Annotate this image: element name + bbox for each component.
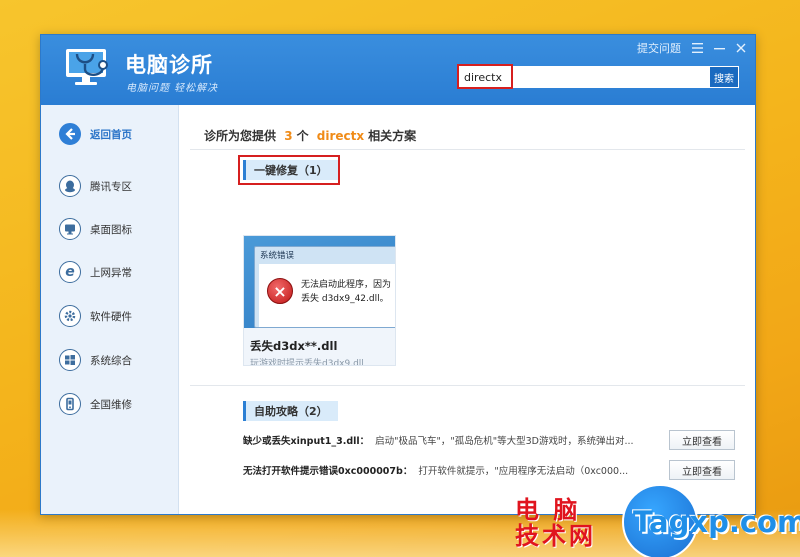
watermark-cn-line: 电 脑 bbox=[515, 496, 581, 524]
divider bbox=[190, 385, 745, 386]
error-x-icon: × bbox=[267, 278, 293, 304]
dialog-line: 无法启动此程序，因为 bbox=[301, 280, 392, 290]
card-thumbnail: 系统错误 × 无法启动此程序，因为 丢失 d3dx9_42.dll。 bbox=[244, 236, 395, 328]
sidebar-item-home[interactable]: 返回首页 bbox=[59, 123, 132, 145]
phone-icon bbox=[59, 393, 81, 415]
watermark-cn-text: 电 脑 技术网 bbox=[515, 497, 596, 549]
guide-title[interactable]: 缺少或丢失xinput1_3.dll： bbox=[243, 433, 369, 447]
search-bar: 搜索 bbox=[457, 64, 739, 89]
sidebar-item-label: 返回首页 bbox=[90, 128, 132, 141]
divider bbox=[190, 149, 745, 150]
menu-icon[interactable] bbox=[691, 42, 703, 54]
error-dialog-preview: 系统错误 × 无法启动此程序，因为 丢失 d3dx9_42.dll。 bbox=[254, 246, 395, 328]
guide-description: 打开软件就提示，"应用程序无法启动（0xc000... bbox=[418, 466, 629, 477]
result-suffix: 相关方案 bbox=[368, 129, 417, 143]
search-button[interactable]: 搜索 bbox=[709, 66, 739, 88]
back-arrow-icon bbox=[59, 123, 81, 145]
guide-description: 启动"极品飞车"，"孤岛危机"等大型3D游戏时，系统弹出对... bbox=[375, 436, 634, 447]
sidebar-item-label: 系统综合 bbox=[90, 354, 132, 367]
self-help-label: 自助攻略（2） bbox=[254, 405, 328, 418]
gear-icon bbox=[59, 305, 81, 327]
dialog-body: × 无法启动此程序，因为 丢失 d3dx9_42.dll。 bbox=[259, 264, 395, 327]
sidebar-item-system[interactable]: 系统综合 bbox=[59, 349, 132, 371]
app-header: 电脑诊所 电脑问题 轻松解决 提交问题 搜索 bbox=[41, 35, 755, 105]
dialog-line: 丢失 d3dx9_42.dll。 bbox=[301, 294, 389, 304]
logo-monitor-stethoscope-icon bbox=[63, 45, 115, 91]
sidebar-item-label: 腾讯专区 bbox=[90, 180, 132, 193]
sidebar-item-label: 软件硬件 bbox=[90, 310, 132, 323]
sidebar-item-tencent[interactable]: 腾讯专区 bbox=[59, 175, 132, 197]
view-now-button[interactable]: 立即查看 bbox=[669, 430, 735, 450]
minimize-icon[interactable] bbox=[713, 42, 725, 54]
fix-card[interactable]: 系统错误 × 无法启动此程序，因为 丢失 d3dx9_42.dll。 丢失d3d… bbox=[243, 235, 396, 366]
search-input[interactable] bbox=[457, 66, 709, 88]
windows-icon bbox=[59, 349, 81, 371]
app-title: 电脑诊所 bbox=[125, 53, 213, 77]
result-summary: 诊所为您提供 3个 directx 相关方案 bbox=[204, 127, 416, 144]
result-unit: 个 bbox=[296, 129, 309, 143]
sidebar-item-desktop-icons[interactable]: 桌面图标 bbox=[59, 218, 132, 240]
result-count: 3 bbox=[284, 129, 293, 143]
sidebar-item-label: 上网异常 bbox=[90, 266, 132, 279]
dialog-title: 系统错误 bbox=[260, 251, 295, 261]
browser-e-icon: e bbox=[59, 261, 81, 283]
sidebar-item-internet[interactable]: e 上网异常 bbox=[59, 261, 132, 283]
guide-item: 缺少或丢失xinput1_3.dll： 启动"极品飞车"，"孤岛危机"等大型3D… bbox=[243, 429, 735, 451]
app-window: 电脑诊所 电脑问题 轻松解决 提交问题 搜索 返回首页 bbox=[40, 34, 756, 515]
app-slogan: 电脑问题 轻松解决 bbox=[126, 83, 219, 94]
monitor-icon bbox=[59, 218, 81, 240]
one-click-repair-tag: 一键修复（1） bbox=[243, 160, 338, 180]
sidebar: 返回首页 腾讯专区 桌面图标 e 上网异常 软件硬件 系统综合 全国维修 bbox=[41, 105, 179, 514]
feedback-link[interactable]: 提交问题 bbox=[637, 40, 681, 56]
sidebar-item-software-hardware[interactable]: 软件硬件 bbox=[59, 305, 132, 327]
watermark-cn-line: 技术网 bbox=[515, 522, 596, 550]
result-prefix: 诊所为您提供 bbox=[204, 129, 277, 143]
result-keyword: directx bbox=[316, 129, 365, 143]
sidebar-item-label: 桌面图标 bbox=[90, 223, 132, 236]
card-title: 丢失d3dx**.dll bbox=[250, 339, 338, 353]
penguin-icon bbox=[59, 175, 81, 197]
close-icon[interactable] bbox=[735, 42, 747, 54]
sidebar-item-repair[interactable]: 全国维修 bbox=[59, 393, 132, 415]
sidebar-item-label: 全国维修 bbox=[90, 398, 132, 411]
window-controls: 提交问题 bbox=[637, 40, 747, 56]
view-now-button[interactable]: 立即查看 bbox=[669, 460, 735, 480]
one-click-repair-label: 一键修复（1） bbox=[254, 164, 328, 177]
guide-item: 无法打开软件提示错误0xc000007b： 打开软件就提示，"应用程序无法启动（… bbox=[243, 459, 735, 481]
card-subtitle: 玩游戏时提示丢失d3dx9.dll bbox=[250, 359, 364, 366]
watermark-en-text: Tagxp.com bbox=[633, 505, 800, 539]
guide-title[interactable]: 无法打开软件提示错误0xc000007b： bbox=[243, 463, 412, 477]
self-help-tag: 自助攻略（2） bbox=[243, 401, 338, 421]
main-content: 诊所为您提供 3个 directx 相关方案 一键修复（1） 系统错误 × 无法启… bbox=[180, 105, 755, 514]
